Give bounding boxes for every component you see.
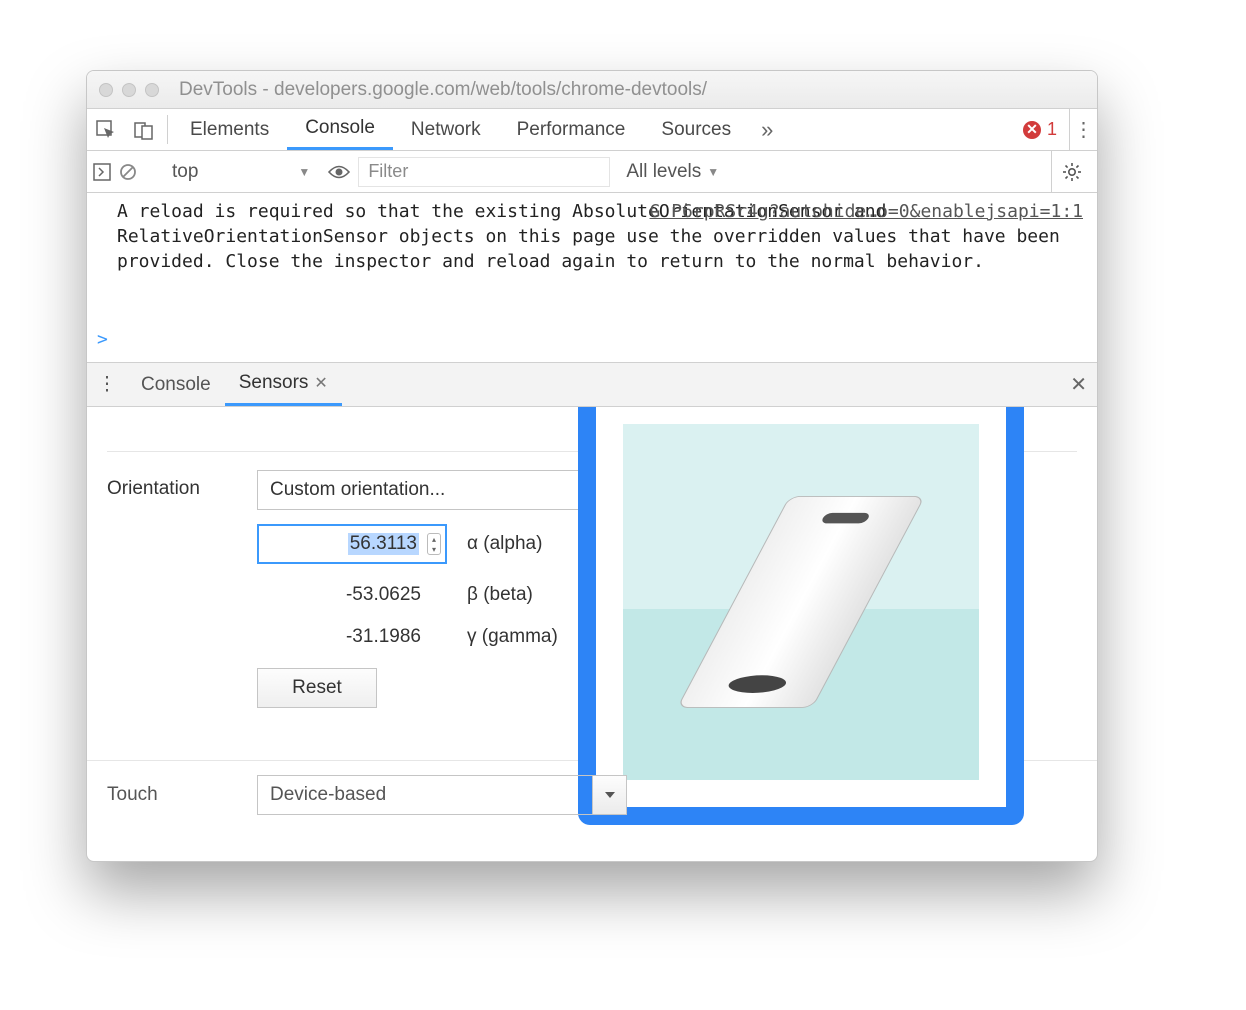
titlebar: DevTools - developers.google.com/web/too… bbox=[87, 71, 1097, 109]
phone-model[interactable] bbox=[677, 496, 926, 708]
beta-label: β (beta) bbox=[467, 584, 533, 606]
device-toggle-icon[interactable] bbox=[125, 109, 163, 150]
touch-value: Device-based bbox=[258, 784, 398, 806]
context-select[interactable]: top ▼ bbox=[162, 157, 320, 187]
sensors-panel: Orientation Custom orientation... 56.311… bbox=[87, 407, 1097, 861]
orientation-preset-value: Custom orientation... bbox=[258, 479, 592, 501]
close-tab-icon[interactable]: ✕ bbox=[314, 373, 327, 393]
message-source-link[interactable]: G P6rpRSr4g?autohide…o=0&enablejsapi=1:1 bbox=[650, 199, 1083, 224]
console-settings-icon[interactable] bbox=[1051, 151, 1091, 192]
traffic-lights bbox=[99, 83, 159, 97]
log-levels-select[interactable]: All levels ▼ bbox=[618, 161, 727, 183]
console-filter-input[interactable] bbox=[358, 157, 610, 187]
drawer-tabbar: ⋮ Console Sensors ✕ ✕ bbox=[87, 363, 1097, 407]
touch-select[interactable]: Device-based bbox=[257, 775, 627, 815]
orientation-visualizer[interactable] bbox=[623, 424, 979, 780]
eye-icon[interactable] bbox=[328, 163, 350, 181]
context-value: top bbox=[172, 161, 198, 183]
error-count-badge[interactable]: ✕ 1 bbox=[1015, 109, 1065, 150]
orientation-preset-select[interactable]: Custom orientation... bbox=[257, 470, 627, 510]
console-output: G P6rpRSr4g?autohide…o=0&enablejsapi=1:1… bbox=[87, 193, 1097, 363]
devtools-window: DevTools - developers.google.com/web/too… bbox=[86, 70, 1098, 862]
touch-label: Touch bbox=[107, 784, 257, 806]
clear-console-icon[interactable] bbox=[119, 163, 137, 181]
stepper-icon[interactable]: ▴▾ bbox=[427, 533, 441, 555]
alpha-label: α (alpha) bbox=[467, 533, 542, 555]
drawer-close-icon[interactable]: ✕ bbox=[1070, 363, 1087, 406]
close-window-icon[interactable] bbox=[99, 83, 113, 97]
drawer-tab-sensors-label: Sensors bbox=[239, 372, 309, 394]
zoom-window-icon[interactable] bbox=[145, 83, 159, 97]
alpha-input[interactable]: 56.3113 ▴▾ bbox=[257, 524, 447, 564]
error-count: 1 bbox=[1047, 119, 1057, 140]
alpha-value: 56.3113 bbox=[348, 533, 419, 555]
orientation-visualizer-highlight bbox=[578, 407, 1024, 825]
gamma-label: γ (gamma) bbox=[467, 626, 558, 648]
drawer-tab-console[interactable]: Console bbox=[127, 363, 225, 406]
tab-performance[interactable]: Performance bbox=[499, 109, 644, 150]
reset-button[interactable]: Reset bbox=[257, 668, 377, 708]
console-toggle-sidebar-icon[interactable] bbox=[93, 163, 111, 181]
separator bbox=[167, 115, 168, 144]
levels-label: All levels bbox=[626, 161, 701, 183]
drawer-tab-console-label: Console bbox=[141, 374, 211, 396]
tab-network[interactable]: Network bbox=[393, 109, 499, 150]
chevron-down-icon: ▼ bbox=[298, 165, 310, 179]
minimize-window-icon[interactable] bbox=[122, 83, 136, 97]
main-tabbar: Elements Console Network Performance Sou… bbox=[87, 109, 1097, 151]
chevron-down-icon bbox=[592, 776, 626, 814]
inspect-icon[interactable] bbox=[87, 109, 125, 150]
window-title: DevTools - developers.google.com/web/too… bbox=[179, 79, 1085, 101]
chevron-down-icon: ▼ bbox=[707, 165, 719, 179]
drawer-more-icon[interactable]: ⋮ bbox=[87, 363, 127, 406]
main-menu-icon[interactable]: ⋮ bbox=[1069, 109, 1097, 150]
console-prompt[interactable]: > bbox=[97, 327, 108, 352]
beta-value[interactable]: -53.0625 bbox=[257, 584, 447, 606]
drawer-tab-sensors[interactable]: Sensors ✕ bbox=[225, 363, 342, 406]
console-toolbar: top ▼ All levels ▼ bbox=[87, 151, 1097, 193]
error-icon: ✕ bbox=[1023, 121, 1041, 139]
tabs-overflow-icon[interactable]: » bbox=[749, 109, 785, 150]
tab-sources[interactable]: Sources bbox=[643, 109, 749, 150]
gamma-value[interactable]: -31.1986 bbox=[257, 626, 447, 648]
tab-console[interactable]: Console bbox=[287, 109, 393, 150]
orientation-label: Orientation bbox=[107, 470, 257, 500]
tab-elements[interactable]: Elements bbox=[172, 109, 287, 150]
